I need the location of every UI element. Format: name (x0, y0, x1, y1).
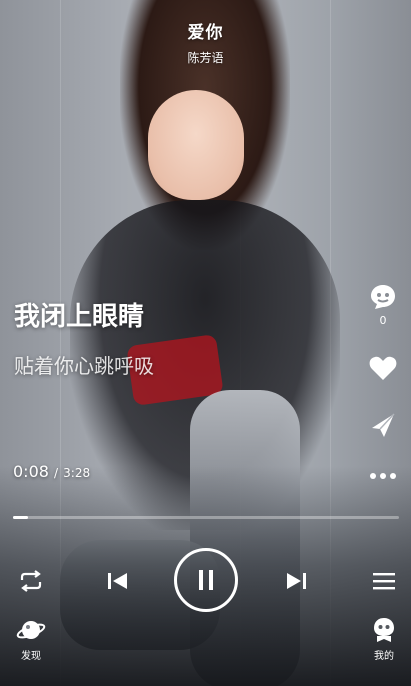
lyric-current-line[interactable]: 我闭上眼睛 (14, 296, 144, 333)
playlist-icon (373, 573, 395, 590)
playback-controls (0, 548, 411, 612)
song-header: 爱你 陈芳语 (0, 18, 411, 66)
player-screen: 爱你 陈芳语 我闭上眼睛 贴着你心跳呼吸 0 0:08 / 3:28 发现 我的 (0, 0, 411, 686)
comment-count: 0 (379, 314, 387, 327)
total-time: 3:28 (63, 466, 91, 480)
next-icon (287, 573, 306, 589)
discover-icon (16, 621, 46, 639)
time-display: 0:08 / 3:28 (13, 462, 90, 481)
artist-name[interactable]: 陈芳语 (0, 49, 411, 66)
more-button[interactable] (363, 468, 403, 484)
current-time: 0:08 (13, 462, 49, 481)
pause-icon (199, 570, 213, 590)
nav-discover-label: 发现 (21, 651, 41, 662)
lyric-next-line[interactable]: 贴着你心跳呼吸 (14, 350, 154, 379)
song-title: 爱你 (187, 23, 224, 43)
previous-button[interactable] (104, 568, 132, 594)
progress-bar[interactable] (13, 516, 399, 519)
share-button[interactable] (363, 410, 403, 440)
heart-icon (369, 356, 397, 380)
repeat-button[interactable] (16, 568, 46, 594)
like-button[interactable] (363, 354, 403, 382)
nav-discover[interactable]: 发现 (1, 616, 61, 662)
previous-icon (108, 573, 127, 589)
comment-icon (371, 285, 395, 309)
more-icon (370, 473, 396, 479)
pause-button[interactable] (174, 548, 238, 612)
profile-icon (374, 618, 394, 642)
progress-fill (13, 516, 29, 519)
comment-button[interactable]: 0 (363, 282, 403, 327)
repeat-icon (20, 570, 42, 592)
share-icon (372, 413, 395, 437)
next-button[interactable] (282, 568, 310, 594)
nav-mine[interactable]: 我的 (354, 616, 411, 662)
nav-mine-label: 我的 (374, 651, 394, 662)
playlist-button[interactable] (370, 568, 398, 594)
time-separator: / (54, 466, 59, 480)
